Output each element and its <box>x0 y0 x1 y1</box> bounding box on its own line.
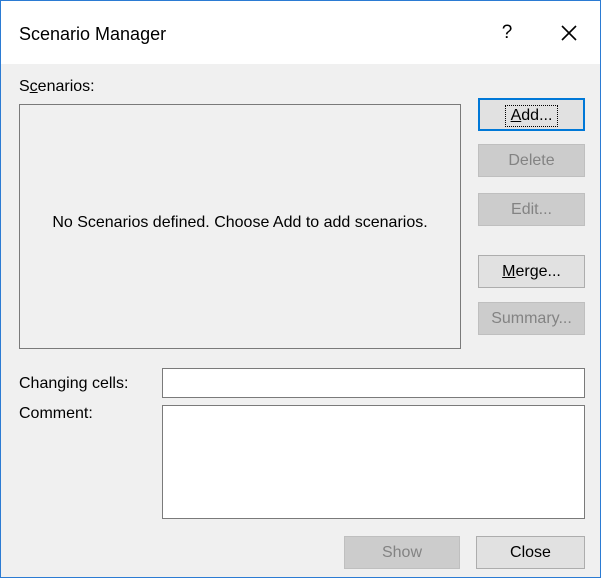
add-button-label: Add... <box>504 105 559 127</box>
close-icon-glyph <box>561 25 577 41</box>
changing-cells-label: Changing cells: <box>19 375 129 392</box>
empty-scenarios-message: No Scenarios defined. Choose Add to add … <box>52 214 428 231</box>
scenario-manager-dialog: Scenario Manager ? Scenarios: No Scenari… <box>0 0 601 578</box>
title-bar: Scenario Manager ? <box>1 1 600 64</box>
close-icon[interactable] <box>556 20 582 46</box>
close-button[interactable]: Close <box>476 536 585 569</box>
scenarios-listbox[interactable]: No Scenarios defined. Choose Add to add … <box>19 104 461 349</box>
show-button[interactable]: Show <box>344 536 460 569</box>
comment-field[interactable] <box>162 405 585 519</box>
delete-button[interactable]: Delete <box>478 144 585 177</box>
summary-button[interactable]: Summary... <box>478 302 585 335</box>
comment-label: Comment: <box>19 405 93 422</box>
changing-cells-field[interactable] <box>162 368 585 398</box>
edit-button[interactable]: Edit... <box>478 193 585 226</box>
add-button[interactable]: Add... <box>478 98 585 131</box>
scenarios-label: Scenarios: <box>19 78 95 95</box>
dialog-title: Scenario Manager <box>19 24 167 44</box>
merge-button[interactable]: Merge... <box>478 255 585 288</box>
help-button[interactable]: ? <box>494 19 520 47</box>
